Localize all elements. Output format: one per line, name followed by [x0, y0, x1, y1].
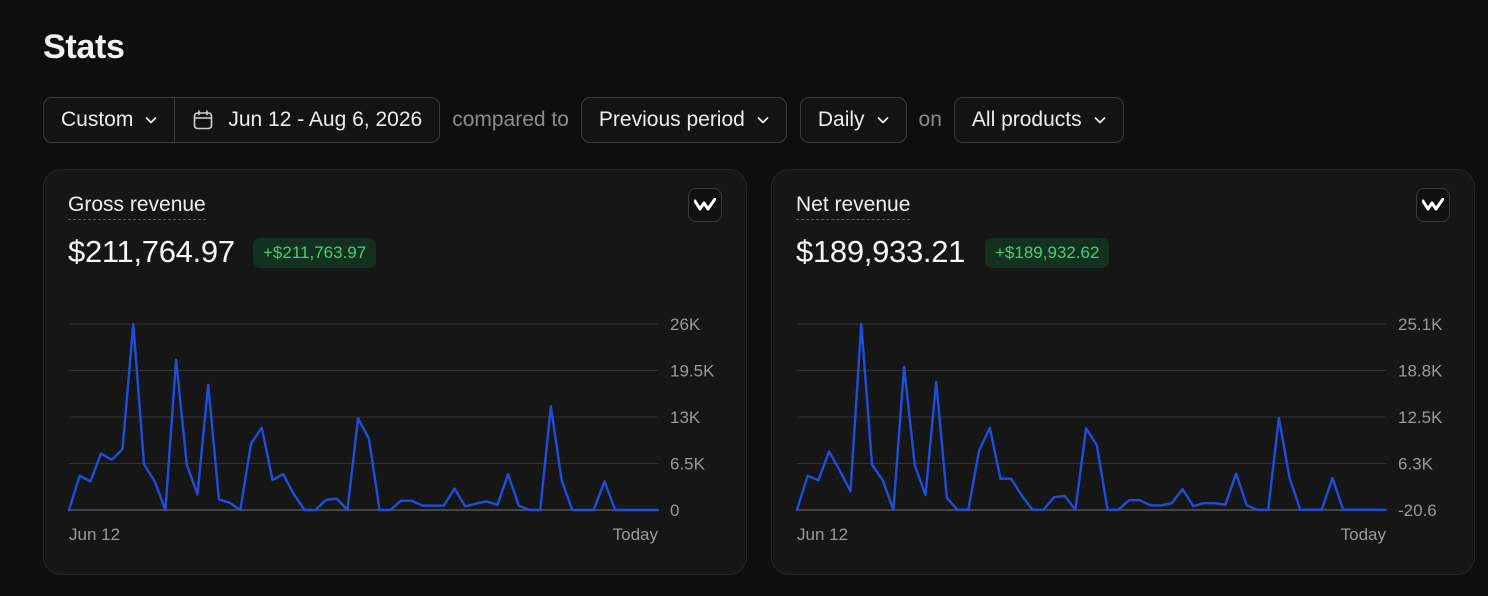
y-tick-label: 25.1K — [1398, 315, 1443, 334]
on-text: on — [918, 108, 942, 131]
filter-toolbar: Custom Jun 12 - Aug 6, 2026 compared to … — [43, 96, 1124, 144]
products-label: All products — [971, 108, 1082, 131]
range-preset-label: Custom — [61, 108, 134, 131]
chevron-down-icon — [877, 117, 888, 124]
compared-to-text: compared to — [452, 108, 569, 131]
gross-revenue-card: Gross revenue $211,764.97 +$211,763.97 2… — [43, 169, 747, 575]
range-preset-dropdown[interactable]: Custom — [44, 98, 174, 142]
chevron-down-icon — [757, 117, 769, 124]
comparison-dropdown[interactable]: Previous period — [580, 97, 787, 143]
y-tick-label: 18.8K — [1398, 362, 1443, 381]
y-tick-label: 12.5K — [1398, 408, 1443, 427]
y-tick-label: 6.5K — [670, 455, 706, 474]
gross-revenue-chart: 26K 19.5K 13K 6.5K 0 Jun 12 Today — [67, 315, 715, 544]
comparison-label: Previous period — [598, 108, 745, 131]
products-dropdown[interactable]: All products — [953, 97, 1124, 143]
y-tick-label: -20.6 — [1398, 501, 1437, 520]
net-revenue-chart: 25.1K 18.8K 12.5K 6.3K -20.6 Jun 12 Today — [795, 315, 1443, 544]
y-tick-label: 26K — [670, 315, 701, 334]
chevron-down-icon — [1094, 117, 1105, 124]
x-tick-label-start: Jun 12 — [69, 525, 120, 544]
y-tick-label: 0 — [670, 501, 679, 520]
x-tick-label-end: Today — [1341, 525, 1387, 544]
interval-dropdown[interactable]: Daily — [799, 97, 907, 143]
x-tick-label-start: Jun 12 — [797, 525, 848, 544]
calendar-icon — [194, 110, 213, 130]
date-range-picker: Custom Jun 12 - Aug 6, 2026 — [43, 97, 441, 143]
date-range-button[interactable]: Jun 12 - Aug 6, 2026 — [174, 98, 439, 142]
page-title: Stats — [43, 28, 125, 66]
x-tick-label-end: Today — [613, 525, 659, 544]
chevron-down-icon — [146, 117, 157, 124]
y-tick-label: 13K — [670, 408, 701, 427]
y-tick-label: 19.5K — [670, 362, 715, 381]
y-tick-label: 6.3K — [1398, 455, 1434, 474]
date-range-label: Jun 12 - Aug 6, 2026 — [228, 108, 423, 131]
interval-label: Daily — [817, 108, 865, 131]
net-revenue-card: Net revenue $189,933.21 +$189,932.62 25.… — [771, 169, 1475, 575]
